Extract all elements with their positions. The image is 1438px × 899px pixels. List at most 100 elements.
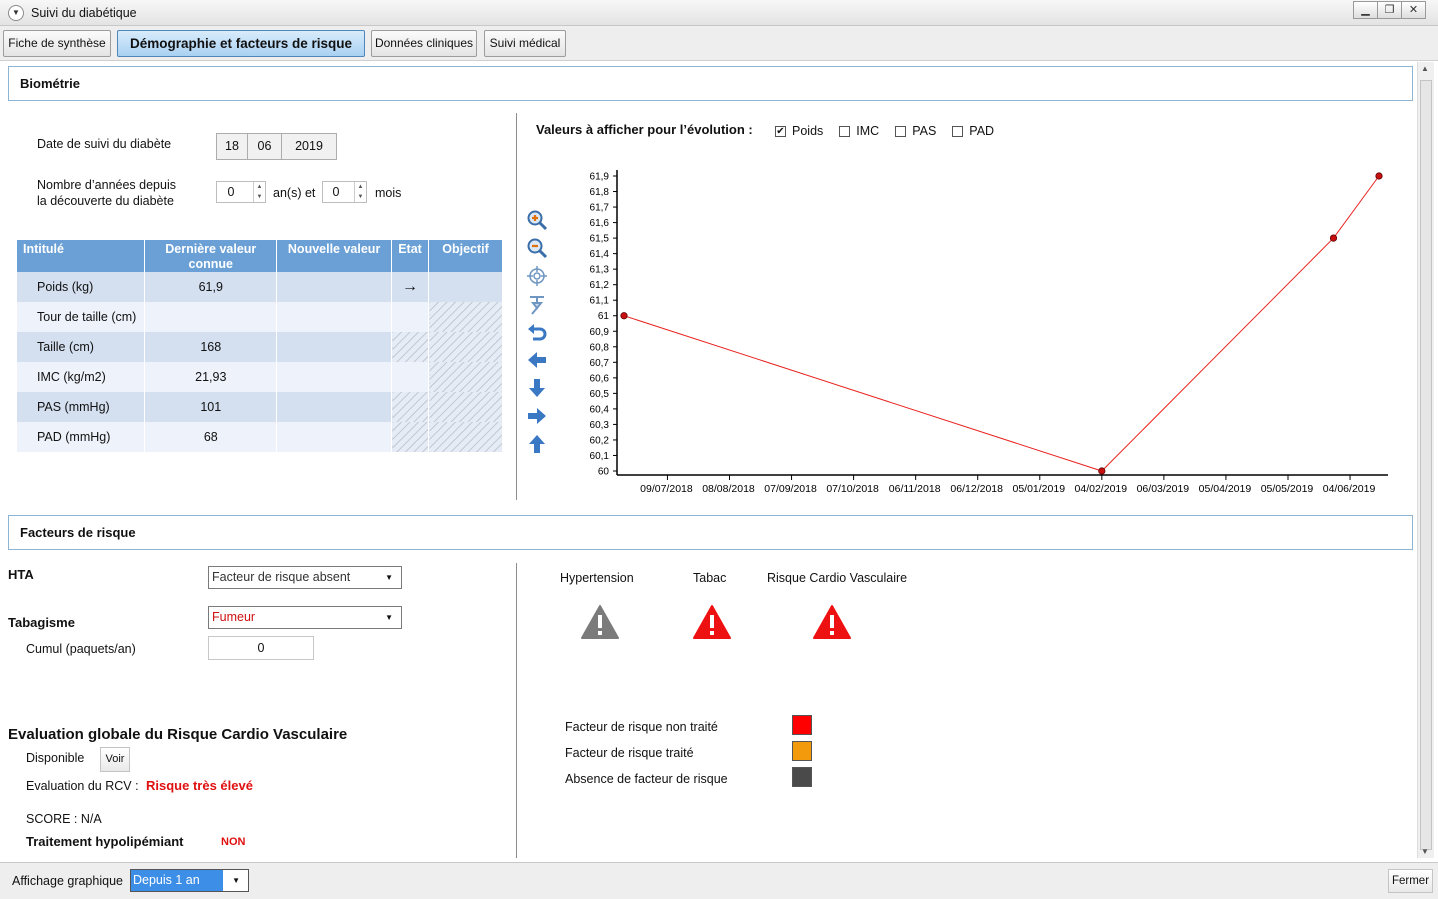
fermer-button[interactable]: Fermer — [1388, 869, 1433, 893]
arrow-up-icon[interactable] — [526, 433, 548, 455]
date-day-field[interactable]: 18 — [216, 133, 248, 160]
row-last-value: 21,93 — [144, 362, 278, 392]
cumul-label: Cumul (paquets/an) — [26, 642, 136, 656]
data-point[interactable] — [620, 312, 628, 320]
affichage-select[interactable]: Depuis 1 an ▼ — [130, 869, 249, 892]
warning-rcv-icon — [813, 605, 851, 639]
data-point[interactable] — [1329, 234, 1338, 242]
tab-donnees-cliniques[interactable]: Données cliniques — [371, 30, 477, 57]
window-menu-icon[interactable]: ▼ — [8, 5, 24, 21]
hta-select[interactable]: Facteur de risque absent ▼ — [208, 566, 402, 589]
minimize-button[interactable]: ▁ — [1353, 1, 1378, 19]
table-header-row: Intitulé Dernière valeur connue Nouvelle… — [17, 240, 503, 272]
spinner-down-icon[interactable]: ▼ — [354, 192, 366, 202]
pin-icon[interactable] — [526, 293, 548, 315]
restore-button[interactable]: ❐ — [1377, 1, 1402, 19]
eval-label: Evaluation du RCV : — [26, 779, 139, 793]
legend-gray-swatch — [792, 767, 812, 787]
window-title: Suivi du diabétique — [31, 6, 137, 20]
cumul-input[interactable]: 0 — [208, 636, 314, 660]
tab-demographie[interactable]: Démographie et facteurs de risque — [117, 30, 365, 57]
x-tick-label: 04/06/2019 — [1323, 483, 1376, 495]
date-label: Date de suivi du diabète — [37, 137, 172, 151]
voir-button[interactable]: Voir — [100, 747, 130, 772]
close-button[interactable]: ✕ — [1401, 1, 1426, 19]
indicator-hypertension-label: Hypertension — [560, 571, 634, 585]
y-tick-label: 61,1 — [590, 296, 610, 307]
data-point[interactable] — [1098, 467, 1106, 475]
months-unit: mois — [375, 186, 402, 200]
pas-checkbox[interactable] — [895, 125, 907, 137]
disponible-label: Disponible — [26, 751, 85, 765]
tab-suivi-medical[interactable]: Suivi médical — [484, 30, 566, 57]
row-new-value[interactable] — [276, 332, 393, 362]
months-value: 0 — [332, 185, 340, 199]
years-label-1: Nombre d’années depuis — [37, 178, 176, 192]
row-new-value[interactable] — [276, 302, 393, 332]
row-objectif[interactable] — [428, 272, 503, 302]
tabac-label: Tabagisme — [8, 615, 75, 630]
table-row: PAD (mmHg) 68 — [17, 422, 503, 452]
pad-label: PAD — [969, 124, 995, 138]
row-objectif — [428, 362, 503, 392]
row-last-value: 168 — [144, 332, 278, 362]
row-new-value[interactable] — [276, 272, 393, 302]
zoom-in-icon[interactable] — [526, 209, 548, 231]
row-etat — [391, 302, 430, 332]
imc-checkbox[interactable] — [839, 125, 851, 137]
y-tick-label: 60 — [598, 467, 610, 478]
eval-value: Risque très élevé — [146, 778, 253, 793]
affichage-value: Depuis 1 an — [131, 870, 223, 891]
row-last-value — [144, 302, 278, 332]
zoom-out-icon[interactable] — [526, 237, 548, 259]
row-label: IMC (kg/m2) — [17, 362, 146, 392]
x-tick-label: 05/01/2019 — [1012, 483, 1065, 495]
traitement-value: NON — [221, 836, 246, 848]
pad-checkbox[interactable] — [952, 125, 964, 137]
date-year-field[interactable]: 2019 — [281, 133, 337, 160]
y-tick-label: 60,8 — [590, 342, 610, 353]
undo-icon[interactable] — [526, 321, 548, 343]
tabac-select[interactable]: Fumeur ▼ — [208, 606, 402, 629]
table-row: Tour de taille (cm) — [17, 302, 503, 332]
legend-orange-swatch — [792, 741, 812, 761]
row-last-value: 61,9 — [144, 272, 278, 302]
target-icon[interactable] — [526, 265, 548, 287]
row-label: Tour de taille (cm) — [17, 302, 146, 332]
spinner-up-icon[interactable]: ▲ — [253, 182, 265, 192]
spinner-up-icon[interactable]: ▲ — [354, 182, 366, 192]
row-new-value[interactable] — [276, 392, 393, 422]
col-objectif: Objectif — [428, 240, 503, 272]
hta-label: HTA — [8, 567, 34, 582]
legend-absence-label: Absence de facteur de risque — [565, 772, 728, 786]
scroll-down-icon[interactable]: ▼ — [1421, 847, 1429, 856]
years-spinner[interactable]: 0 ▲ ▼ — [216, 181, 266, 203]
months-spinner[interactable]: 0 ▲ ▼ — [322, 181, 367, 203]
tabac-value: Fumeur — [212, 610, 256, 624]
poids-checkbox[interactable]: ✔ — [775, 125, 786, 137]
data-point[interactable] — [1375, 172, 1383, 180]
warning-tabac-icon — [693, 605, 731, 639]
spinner-down-icon[interactable]: ▼ — [253, 192, 265, 202]
row-label: Poids (kg) — [17, 272, 146, 302]
evolution-label: Valeurs à afficher pour l’évolution : — [536, 122, 753, 137]
section-biometrie: Biométrie — [8, 66, 1413, 101]
arrow-right-icon[interactable] — [526, 405, 548, 427]
row-new-value[interactable] — [276, 422, 393, 452]
tab-fiche-synthese[interactable]: Fiche de synthèse — [3, 30, 111, 57]
table-row: Poids (kg) 61,9 → — [17, 272, 503, 302]
arrow-down-icon[interactable] — [526, 377, 548, 399]
vertical-scrollbar[interactable]: ▲ ▼ — [1417, 62, 1434, 858]
row-last-value: 101 — [144, 392, 278, 422]
scroll-up-icon[interactable]: ▲ — [1421, 64, 1429, 73]
x-tick-label: 05/04/2019 — [1199, 483, 1252, 495]
scroll-thumb[interactable] — [1420, 80, 1432, 850]
arrow-left-icon[interactable] — [526, 349, 548, 371]
row-objectif — [428, 392, 503, 422]
poids-label: Poids — [792, 124, 824, 138]
date-month-field[interactable]: 06 — [247, 133, 282, 160]
rcv-title: Evaluation globale du Risque Cardio Vasc… — [8, 726, 348, 743]
col-nouvelle-valeur: Nouvelle valeur — [276, 240, 393, 272]
years-unit: an(s) et — [273, 186, 316, 200]
x-tick-label: 06/11/2018 — [889, 483, 941, 495]
